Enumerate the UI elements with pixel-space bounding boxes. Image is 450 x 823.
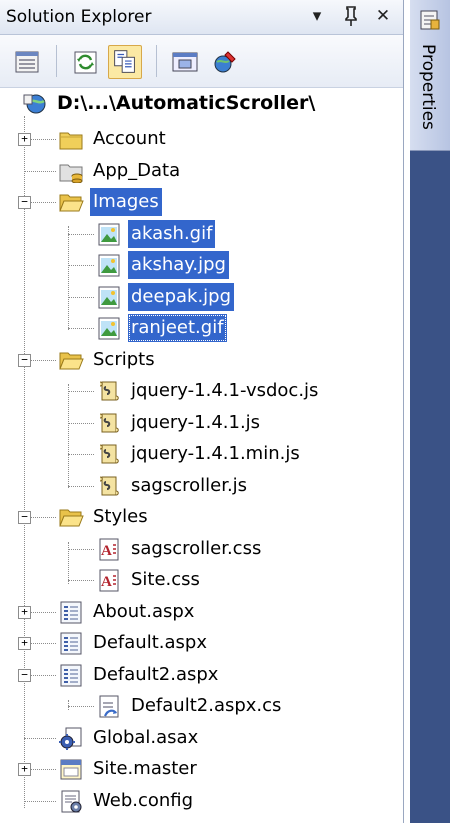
tree-node-account[interactable]: + Account xyxy=(0,124,400,154)
expand-icon[interactable]: + xyxy=(18,133,31,146)
image-file-icon xyxy=(98,254,120,277)
project-root-node[interactable]: D:\...\AutomaticScroller\ xyxy=(18,88,398,118)
aspx-file-icon xyxy=(60,601,82,624)
svg-text:A: A xyxy=(101,543,112,559)
tree-node-jquery-1-4-1-min-js[interactable]: jquery-1.4.1.min.js xyxy=(0,439,400,469)
properties-tab-label: Properties xyxy=(418,44,438,130)
tree-node-default2-aspx[interactable]: − Default2.aspx xyxy=(0,660,400,690)
image-file-icon xyxy=(98,286,120,309)
collapse-icon[interactable]: − xyxy=(18,354,31,367)
tree-node-global-asax[interactable]: Global.asax xyxy=(0,723,400,753)
tree-node-sagscroller-css[interactable]: Asagscroller.css xyxy=(0,534,400,564)
folder-open-icon xyxy=(59,352,84,370)
solution-explorer-toolbar xyxy=(0,35,403,88)
tree-node-about-aspx[interactable]: + About.aspx xyxy=(0,597,400,627)
web-project-icon xyxy=(23,94,46,114)
solution-tree: D:\...\AutomaticScroller\ + Account App_Da… xyxy=(0,88,403,823)
tree-node-default-aspx[interactable]: + Default.aspx xyxy=(0,628,400,658)
tree-node-label: Default2.aspx.cs xyxy=(131,695,282,716)
master-page-icon xyxy=(60,759,82,780)
aspx-file-icon xyxy=(60,664,82,687)
image-file-icon xyxy=(98,223,120,246)
tree-node-jquery-1-4-1-js[interactable]: jquery-1.4.1.js xyxy=(0,408,400,438)
expand-icon[interactable]: + xyxy=(18,763,31,776)
folder-icon xyxy=(59,132,83,150)
svg-text:A: A xyxy=(101,574,112,590)
tree-node-label: About.aspx xyxy=(93,601,195,622)
tree-node-ranjeet-gif[interactable]: ranjeet.gif xyxy=(0,313,400,343)
tree-node-label: Site.master xyxy=(93,758,197,779)
tree-node-app-data[interactable]: App_Data xyxy=(0,156,400,186)
css-file-icon: A xyxy=(99,538,119,561)
tree-node-scripts[interactable]: − Scripts xyxy=(0,345,400,375)
tree-node-label: Default2.aspx xyxy=(93,664,219,685)
tree-node-web-config[interactable]: Web.config xyxy=(0,786,400,816)
tree-node-label: sagscroller.js xyxy=(131,475,248,496)
tree-node-label: jquery-1.4.1.min.js xyxy=(131,443,300,464)
css-file-icon: A xyxy=(99,569,119,592)
tree-node-label: Scripts xyxy=(93,349,155,370)
tree-node-label: App_Data xyxy=(93,160,181,181)
copy-website-button[interactable] xyxy=(208,45,242,79)
tree-node-akash-gif[interactable]: akash.gif xyxy=(0,219,400,249)
image-file-icon xyxy=(98,317,120,340)
tree-node-images[interactable]: − Images xyxy=(0,187,400,217)
show-all-files-button[interactable] xyxy=(108,45,142,79)
global-asax-icon xyxy=(59,727,82,750)
tree-node-label: Web.config xyxy=(93,790,194,811)
folder-open-icon xyxy=(59,194,84,212)
window-position-dropdown-icon[interactable]: ▾ xyxy=(306,4,328,28)
tree-node-label: sagscroller.css xyxy=(131,538,262,559)
tree-node-jquery-1-4-1-vsdoc-js[interactable]: jquery-1.4.1-vsdoc.js xyxy=(0,376,400,406)
tree-node-label: Global.asax xyxy=(93,727,199,748)
project-root-label: D:\...\AutomaticScroller\ xyxy=(57,92,316,114)
tree-node-label: Images xyxy=(90,188,162,216)
tree-node-label: Site.css xyxy=(131,569,200,590)
tree-node-label: Default.aspx xyxy=(93,632,207,653)
expand-icon[interactable]: + xyxy=(18,637,31,650)
tree-node-label: Account xyxy=(93,128,166,149)
tree-node-label: Styles xyxy=(93,506,148,527)
panel-title-bar: Solution Explorer ▾ ✕ xyxy=(0,0,403,35)
solution-explorer-panel: Solution Explorer ▾ ✕ D:\...\AutomaticSc… xyxy=(0,0,404,823)
tree-node-deepak-jpg[interactable]: deepak.jpg xyxy=(0,282,400,312)
collapse-icon[interactable]: − xyxy=(18,669,31,682)
tree-node-label: deepak.jpg xyxy=(128,283,235,311)
script-file-icon xyxy=(99,444,119,464)
expand-icon[interactable]: + xyxy=(18,606,31,619)
script-file-icon xyxy=(99,476,119,496)
tree-node-site-master[interactable]: + Site.master xyxy=(0,754,400,784)
tree-node-label: jquery-1.4.1.js xyxy=(131,412,261,433)
properties-icon xyxy=(420,10,440,30)
tree-node-akshay-jpg[interactable]: akshay.jpg xyxy=(0,250,400,280)
tree-node-sagscroller-js[interactable]: sagscroller.js xyxy=(0,471,400,501)
tree-node-site-css[interactable]: A Site.css xyxy=(0,565,400,595)
script-file-icon xyxy=(99,413,119,433)
collapse-icon[interactable]: − xyxy=(18,511,31,524)
properties-tab[interactable]: Properties xyxy=(410,0,450,151)
properties-side-panel: Properties xyxy=(410,0,450,823)
tree-node-label: akshay.jpg xyxy=(128,251,229,279)
collapse-icon[interactable]: − xyxy=(18,196,31,209)
refresh-button[interactable] xyxy=(68,45,102,79)
data-folder-icon xyxy=(59,164,83,183)
script-file-icon xyxy=(99,381,119,401)
view-designer-button[interactable] xyxy=(168,45,202,79)
panel-title: Solution Explorer xyxy=(6,7,152,27)
tree-node-label: jquery-1.4.1-vsdoc.js xyxy=(131,380,319,401)
cs-file-icon xyxy=(99,695,119,718)
tree-node-label: ranjeet.gif xyxy=(128,314,227,342)
tree-node-default2-aspx-cs[interactable]: Default2.aspx.cs xyxy=(0,691,400,721)
tree-node-styles[interactable]: − Styles xyxy=(0,502,400,532)
properties-button[interactable] xyxy=(10,45,44,79)
close-icon[interactable]: ✕ xyxy=(372,4,394,28)
aspx-file-icon xyxy=(60,632,82,655)
tree-node-label: akash.gif xyxy=(128,220,216,248)
folder-open-icon xyxy=(59,509,84,527)
config-file-icon xyxy=(61,790,82,813)
auto-hide-pin-icon[interactable] xyxy=(340,4,362,28)
